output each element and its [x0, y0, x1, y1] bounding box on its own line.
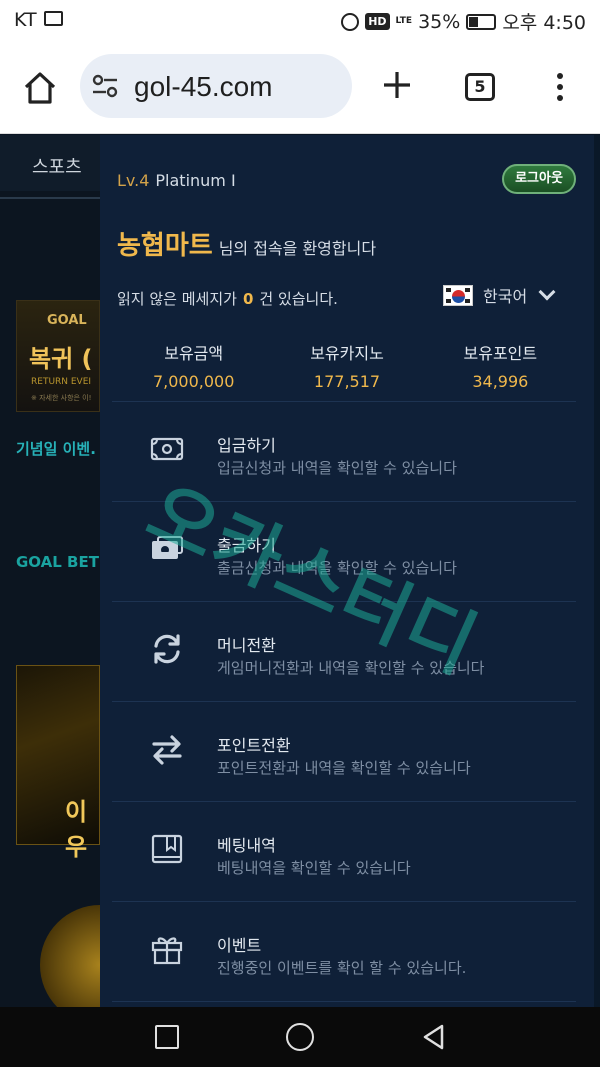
drawer-menu: 입금하기 입금신청과 내역을 확인할 수 있습니다 출금하기 출금신청과 내역을…: [112, 402, 576, 1002]
cash-icon: [150, 437, 184, 461]
menu-item-desc: 포인트전환과 내역을 확인할 수 있습니다: [217, 759, 471, 777]
balance-label: 보유포인트: [463, 344, 538, 363]
balance-points: 보유포인트 34,996: [424, 340, 577, 391]
balance-value: 7,000,000: [152, 372, 235, 391]
lte-signal-icon: LTE: [395, 16, 413, 26]
clock: 오후 4:50: [502, 12, 586, 34]
balance-value: 34,996: [472, 372, 529, 391]
anniversary-event-label[interactable]: 기념일 이벤.: [16, 438, 96, 459]
user-name: 농협마트: [117, 231, 213, 261]
home-nav-icon[interactable]: [286, 1023, 314, 1051]
rank-label: Platinum I: [155, 171, 236, 190]
battery-percent: 35%: [418, 10, 461, 33]
banner-note: ※ 자세한 사항은 이!: [31, 394, 92, 402]
return-event-banner[interactable]: GOAL 복귀 ( RETURN EVEI ※ 자세한 사항은 이!: [16, 300, 100, 412]
balance-label: 보유카지노: [310, 344, 384, 363]
menu-item-desc: 베팅내역을 확인할 수 있습니다: [217, 859, 411, 877]
balance-label: 보유금액: [164, 344, 224, 363]
swap-icon: [152, 735, 182, 765]
menu-item-title: 출금하기: [217, 536, 276, 555]
url-text: gol-45.com: [134, 71, 273, 102]
menu-item-withdraw[interactable]: 출금하기 출금신청과 내역을 확인할 수 있습니다: [112, 502, 576, 602]
user-drawer: Lv.4 Platinum I 로그아웃 농협마트 님의 접속을 환영합니다 읽지 …: [100, 135, 600, 1007]
menu-item-title: 이벤트: [217, 936, 262, 955]
unread-prefix: 읽지 않은 메세지가: [117, 290, 237, 308]
scrollbar[interactable]: [594, 135, 600, 1007]
message-icon: [44, 11, 63, 26]
goalbet-label: GOAL BET: [16, 553, 99, 571]
balance-cash: 보유금액 7,000,000: [117, 340, 270, 391]
user-level: Lv.4 Platinum I: [117, 171, 236, 190]
refresh-icon: [154, 634, 180, 664]
more-menu-icon[interactable]: [550, 70, 570, 104]
menu-item-title: 포인트전환: [217, 736, 291, 755]
tab-sports[interactable]: 스포츠: [0, 135, 100, 191]
menu-item-bet-history[interactable]: 베팅내역 베팅내역을 확인할 수 있습니다: [112, 802, 576, 902]
tab-switcher-button[interactable]: 5: [465, 73, 495, 101]
home-icon[interactable]: [22, 70, 58, 106]
menu-item-desc: 진행중인 이벤트를 확인 할 수 있습니다.: [217, 959, 467, 977]
cash-out-icon: [152, 536, 183, 559]
balance-value: 177,517: [313, 372, 381, 391]
menu-item-desc: 입금신청과 내역을 확인할 수 있습니다: [217, 459, 457, 477]
menu-item-title: 베팅내역: [217, 836, 276, 855]
level-value: Lv.4: [117, 171, 150, 190]
carrier-label: KT: [14, 9, 37, 31]
unread-messages[interactable]: 읽지 않은 메세지가 0 건 있습니다.: [117, 288, 338, 309]
unread-count: 0: [242, 290, 254, 308]
new-tab-icon[interactable]: [380, 68, 414, 102]
language-label: 한국어: [483, 287, 528, 306]
banner-subtitle: RETURN EVEI: [31, 377, 92, 387]
book-icon: [151, 834, 183, 864]
menu-item-deposit[interactable]: 입금하기 입금신청과 내역을 확인할 수 있습니다: [112, 402, 576, 502]
menu-item-event[interactable]: 이벤트 진행중인 이벤트를 확인 할 수 있습니다.: [112, 902, 576, 1002]
korea-flag-icon: [443, 284, 473, 306]
promo-card-text: 이우: [65, 798, 88, 861]
alarm-icon: [341, 12, 360, 31]
menu-item-title: 입금하기: [217, 436, 276, 455]
menu-item-title: 머니전환: [217, 636, 276, 655]
gift-icon: [151, 937, 183, 965]
menu-item-desc: 출금신청과 내역을 확인할 수 있습니다: [217, 559, 457, 577]
menu-item-desc: 게임머니전환과 내역을 확인할 수 있습니다: [217, 659, 485, 677]
menu-item-money-exchange[interactable]: 머니전환 게임머니전환과 내역을 확인할 수 있습니다: [112, 602, 576, 702]
address-bar[interactable]: gol-45.com: [80, 54, 352, 118]
hd-icon: HD: [365, 13, 390, 30]
unread-suffix: 건 있습니다.: [259, 290, 338, 308]
site-settings-icon[interactable]: [92, 74, 118, 98]
language-selector[interactable]: 한국어: [443, 283, 556, 307]
balance-casino: 보유카지노 177,517: [270, 340, 423, 391]
chevron-down-icon: [538, 283, 556, 301]
welcome-text: 님의 접속을 환영합니다: [218, 239, 377, 258]
banner-brand: GOAL: [47, 313, 87, 328]
back-icon[interactable]: [420, 1023, 448, 1051]
battery-icon: [466, 13, 497, 30]
status-right: HD LTE 35% 오후 4:50: [341, 8, 586, 35]
balance-summary: 보유금액 7,000,000 보유카지노 177,517 보유포인트 34,99…: [117, 340, 577, 391]
status-bar: KT HD LTE 35% 오후 4:50: [0, 0, 600, 40]
banner-title: 복귀 (: [29, 345, 93, 373]
welcome-message: 농협마트 님의 접속을 환영합니다: [117, 225, 376, 262]
divider: [0, 197, 100, 199]
recent-apps-icon[interactable]: [155, 1025, 179, 1049]
promo-card[interactable]: 이우: [16, 665, 100, 861]
menu-item-point-exchange[interactable]: 포인트전환 포인트전환과 내역을 확인할 수 있습니다: [112, 702, 576, 802]
browser-toolbar: gol-45.com 5: [0, 40, 600, 134]
system-nav-bar: [0, 1007, 600, 1067]
logout-button[interactable]: 로그아웃: [502, 164, 576, 194]
